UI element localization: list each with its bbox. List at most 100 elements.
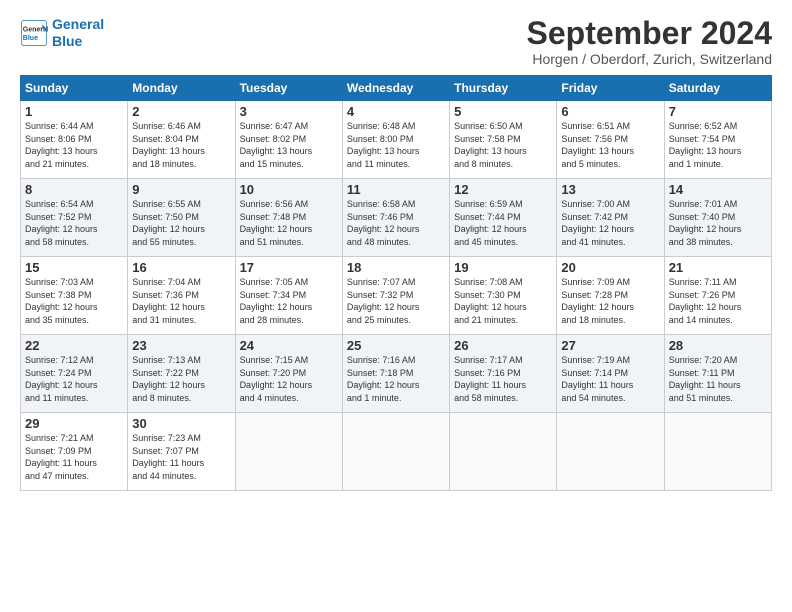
- day-cell: 7Sunrise: 6:52 AM Sunset: 7:54 PM Daylig…: [664, 101, 771, 179]
- day-info: Sunrise: 7:09 AM Sunset: 7:28 PM Dayligh…: [561, 276, 659, 326]
- day-info: Sunrise: 7:11 AM Sunset: 7:26 PM Dayligh…: [669, 276, 767, 326]
- day-cell: [450, 413, 557, 491]
- day-number: 29: [25, 416, 123, 431]
- day-cell: [557, 413, 664, 491]
- day-info: Sunrise: 7:07 AM Sunset: 7:32 PM Dayligh…: [347, 276, 445, 326]
- day-info: Sunrise: 6:46 AM Sunset: 8:04 PM Dayligh…: [132, 120, 230, 170]
- day-number: 2: [132, 104, 230, 119]
- week-row-2: 8Sunrise: 6:54 AM Sunset: 7:52 PM Daylig…: [21, 179, 772, 257]
- day-cell: 16Sunrise: 7:04 AM Sunset: 7:36 PM Dayli…: [128, 257, 235, 335]
- day-number: 6: [561, 104, 659, 119]
- day-cell: 23Sunrise: 7:13 AM Sunset: 7:22 PM Dayli…: [128, 335, 235, 413]
- day-info: Sunrise: 6:58 AM Sunset: 7:46 PM Dayligh…: [347, 198, 445, 248]
- day-cell: 27Sunrise: 7:19 AM Sunset: 7:14 PM Dayli…: [557, 335, 664, 413]
- col-sunday: Sunday: [21, 76, 128, 101]
- day-cell: 24Sunrise: 7:15 AM Sunset: 7:20 PM Dayli…: [235, 335, 342, 413]
- week-row-3: 15Sunrise: 7:03 AM Sunset: 7:38 PM Dayli…: [21, 257, 772, 335]
- day-number: 17: [240, 260, 338, 275]
- day-cell: 26Sunrise: 7:17 AM Sunset: 7:16 PM Dayli…: [450, 335, 557, 413]
- day-number: 16: [132, 260, 230, 275]
- day-number: 3: [240, 104, 338, 119]
- day-info: Sunrise: 7:12 AM Sunset: 7:24 PM Dayligh…: [25, 354, 123, 404]
- col-friday: Friday: [557, 76, 664, 101]
- day-number: 25: [347, 338, 445, 353]
- day-info: Sunrise: 7:19 AM Sunset: 7:14 PM Dayligh…: [561, 354, 659, 404]
- day-cell: 3Sunrise: 6:47 AM Sunset: 8:02 PM Daylig…: [235, 101, 342, 179]
- location: Horgen / Oberdorf, Zurich, Switzerland: [527, 51, 772, 67]
- day-info: Sunrise: 6:52 AM Sunset: 7:54 PM Dayligh…: [669, 120, 767, 170]
- day-cell: 12Sunrise: 6:59 AM Sunset: 7:44 PM Dayli…: [450, 179, 557, 257]
- day-cell: 20Sunrise: 7:09 AM Sunset: 7:28 PM Dayli…: [557, 257, 664, 335]
- day-number: 19: [454, 260, 552, 275]
- day-info: Sunrise: 7:21 AM Sunset: 7:09 PM Dayligh…: [25, 432, 123, 482]
- day-number: 10: [240, 182, 338, 197]
- day-number: 15: [25, 260, 123, 275]
- day-cell: 19Sunrise: 7:08 AM Sunset: 7:30 PM Dayli…: [450, 257, 557, 335]
- day-number: 4: [347, 104, 445, 119]
- day-info: Sunrise: 6:55 AM Sunset: 7:50 PM Dayligh…: [132, 198, 230, 248]
- logo-icon: General Blue: [20, 19, 48, 47]
- day-number: 21: [669, 260, 767, 275]
- day-number: 11: [347, 182, 445, 197]
- day-cell: 5Sunrise: 6:50 AM Sunset: 7:58 PM Daylig…: [450, 101, 557, 179]
- day-cell: 18Sunrise: 7:07 AM Sunset: 7:32 PM Dayli…: [342, 257, 449, 335]
- day-cell: 6Sunrise: 6:51 AM Sunset: 7:56 PM Daylig…: [557, 101, 664, 179]
- day-number: 20: [561, 260, 659, 275]
- day-cell: 28Sunrise: 7:20 AM Sunset: 7:11 PM Dayli…: [664, 335, 771, 413]
- week-row-4: 22Sunrise: 7:12 AM Sunset: 7:24 PM Dayli…: [21, 335, 772, 413]
- calendar: Sunday Monday Tuesday Wednesday Thursday…: [20, 75, 772, 491]
- week-row-1: 1Sunrise: 6:44 AM Sunset: 8:06 PM Daylig…: [21, 101, 772, 179]
- day-cell: 4Sunrise: 6:48 AM Sunset: 8:00 PM Daylig…: [342, 101, 449, 179]
- day-number: 9: [132, 182, 230, 197]
- day-info: Sunrise: 7:00 AM Sunset: 7:42 PM Dayligh…: [561, 198, 659, 248]
- day-info: Sunrise: 6:44 AM Sunset: 8:06 PM Dayligh…: [25, 120, 123, 170]
- day-info: Sunrise: 6:47 AM Sunset: 8:02 PM Dayligh…: [240, 120, 338, 170]
- day-cell: [664, 413, 771, 491]
- day-number: 18: [347, 260, 445, 275]
- day-number: 12: [454, 182, 552, 197]
- day-number: 1: [25, 104, 123, 119]
- col-saturday: Saturday: [664, 76, 771, 101]
- day-number: 24: [240, 338, 338, 353]
- day-info: Sunrise: 7:20 AM Sunset: 7:11 PM Dayligh…: [669, 354, 767, 404]
- logo: General Blue General Blue: [20, 16, 104, 50]
- day-cell: 13Sunrise: 7:00 AM Sunset: 7:42 PM Dayli…: [557, 179, 664, 257]
- col-wednesday: Wednesday: [342, 76, 449, 101]
- day-cell: 2Sunrise: 6:46 AM Sunset: 8:04 PM Daylig…: [128, 101, 235, 179]
- title-block: September 2024 Horgen / Oberdorf, Zurich…: [527, 16, 772, 67]
- day-info: Sunrise: 6:56 AM Sunset: 7:48 PM Dayligh…: [240, 198, 338, 248]
- day-number: 7: [669, 104, 767, 119]
- svg-text:Blue: Blue: [23, 35, 38, 42]
- day-info: Sunrise: 7:03 AM Sunset: 7:38 PM Dayligh…: [25, 276, 123, 326]
- header: General Blue General Blue September 2024…: [20, 16, 772, 67]
- day-number: 22: [25, 338, 123, 353]
- day-info: Sunrise: 7:08 AM Sunset: 7:30 PM Dayligh…: [454, 276, 552, 326]
- day-info: Sunrise: 7:17 AM Sunset: 7:16 PM Dayligh…: [454, 354, 552, 404]
- day-cell: 14Sunrise: 7:01 AM Sunset: 7:40 PM Dayli…: [664, 179, 771, 257]
- day-info: Sunrise: 7:16 AM Sunset: 7:18 PM Dayligh…: [347, 354, 445, 404]
- day-cell: 17Sunrise: 7:05 AM Sunset: 7:34 PM Dayli…: [235, 257, 342, 335]
- col-monday: Monday: [128, 76, 235, 101]
- day-number: 28: [669, 338, 767, 353]
- day-info: Sunrise: 7:13 AM Sunset: 7:22 PM Dayligh…: [132, 354, 230, 404]
- day-info: Sunrise: 7:15 AM Sunset: 7:20 PM Dayligh…: [240, 354, 338, 404]
- header-row: Sunday Monday Tuesday Wednesday Thursday…: [21, 76, 772, 101]
- day-info: Sunrise: 6:51 AM Sunset: 7:56 PM Dayligh…: [561, 120, 659, 170]
- day-number: 26: [454, 338, 552, 353]
- day-cell: [342, 413, 449, 491]
- day-number: 13: [561, 182, 659, 197]
- day-cell: 21Sunrise: 7:11 AM Sunset: 7:26 PM Dayli…: [664, 257, 771, 335]
- day-cell: 25Sunrise: 7:16 AM Sunset: 7:18 PM Dayli…: [342, 335, 449, 413]
- page: General Blue General Blue September 2024…: [0, 0, 792, 612]
- day-info: Sunrise: 6:48 AM Sunset: 8:00 PM Dayligh…: [347, 120, 445, 170]
- day-info: Sunrise: 7:01 AM Sunset: 7:40 PM Dayligh…: [669, 198, 767, 248]
- day-number: 30: [132, 416, 230, 431]
- day-cell: 10Sunrise: 6:56 AM Sunset: 7:48 PM Dayli…: [235, 179, 342, 257]
- day-info: Sunrise: 7:05 AM Sunset: 7:34 PM Dayligh…: [240, 276, 338, 326]
- logo-text: General Blue: [52, 16, 104, 50]
- day-number: 23: [132, 338, 230, 353]
- day-cell: 15Sunrise: 7:03 AM Sunset: 7:38 PM Dayli…: [21, 257, 128, 335]
- day-number: 8: [25, 182, 123, 197]
- day-number: 5: [454, 104, 552, 119]
- day-number: 27: [561, 338, 659, 353]
